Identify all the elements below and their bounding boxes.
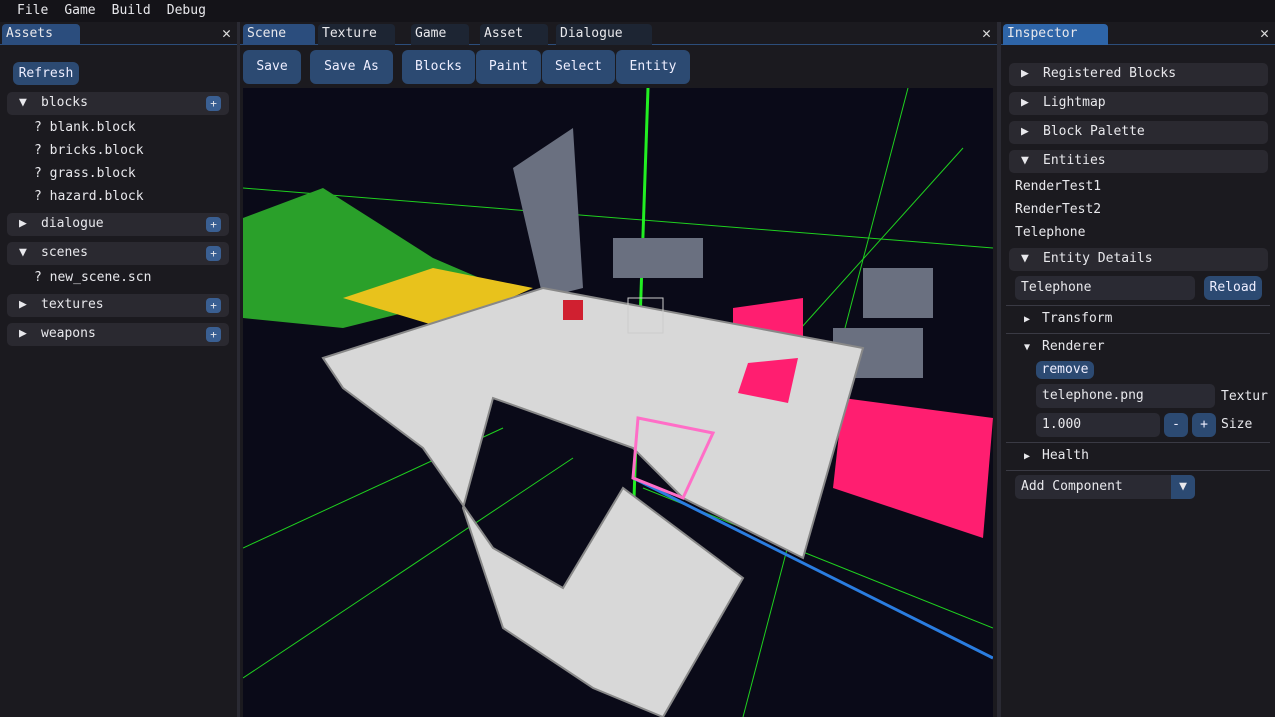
section-label: Lightmap [1043,95,1106,110]
folder-label: weapons [41,326,96,341]
folder-label: blocks [41,95,88,110]
section-registered-blocks[interactable]: ▶ Registered Blocks [1009,63,1268,86]
size-increment-button[interactable]: + [1192,413,1216,437]
section-label: Entities [1043,153,1106,168]
blocks-button[interactable]: Blocks [402,50,475,84]
reload-button[interactable]: Reload [1204,276,1262,300]
file-item[interactable]: ? hazard.block [34,189,144,205]
section-label: Registered Blocks [1043,66,1177,81]
entity-name-input[interactable]: Telephone [1015,276,1195,300]
folder-blocks[interactable]: ▼ blocks + [7,92,229,115]
tab-inspector[interactable]: Inspector [1003,24,1108,45]
component-label: Transform [1042,311,1113,326]
menu-build[interactable]: Build [104,0,159,22]
menu-file[interactable]: File [0,0,56,22]
section-label: Entity Details [1043,251,1153,266]
tab-asset[interactable]: Asset [480,24,548,45]
caret-down-icon: ▼ [1021,251,1029,266]
folder-weapons[interactable]: ▶ weapons + [7,323,229,346]
center-tabbar: Scene Texture Game Asset Dialogue ✕ [240,22,997,45]
caret-right-icon: ▶ [19,216,27,231]
folder-dialogue[interactable]: ▶ dialogue + [7,213,229,236]
add-icon[interactable]: + [206,96,221,111]
caret-down-icon: ▼ [1024,342,1031,353]
caret-down-icon: ▼ [19,95,27,110]
caret-right-icon: ▶ [1024,451,1031,462]
scene-viewport[interactable] [243,88,993,717]
section-block-palette[interactable]: ▶ Block Palette [1009,121,1268,144]
file-item[interactable]: ? bricks.block [34,143,144,159]
divider [1006,333,1270,334]
divider [1006,305,1270,306]
section-entities[interactable]: ▼ Entities [1009,150,1268,173]
caret-right-icon: ▶ [19,297,27,312]
tab-scene[interactable]: Scene [243,24,315,45]
size-label: Size [1221,417,1253,432]
folder-textures[interactable]: ▶ textures + [7,294,229,317]
divider [1006,470,1270,471]
section-entity-details[interactable]: ▼ Entity Details [1009,248,1268,271]
select-button[interactable]: Select [542,50,615,84]
file-item[interactable]: ? blank.block [34,120,136,136]
caret-right-icon: ▶ [1021,95,1029,110]
tab-game[interactable]: Game [411,24,469,45]
file-item[interactable]: ? grass.block [34,166,136,182]
chevron-down-icon[interactable]: ▼ [1171,475,1195,499]
remove-button[interactable]: remove [1036,361,1094,379]
save-button[interactable]: Save [243,50,301,84]
close-icon[interactable]: ✕ [982,24,991,42]
folder-scenes[interactable]: ▼ scenes + [7,242,229,265]
entity-button[interactable]: Entity [616,50,690,84]
section-label: Block Palette [1043,124,1145,139]
scene-panel: Scene Texture Game Asset Dialogue ✕ Save… [240,22,997,717]
telephone-entity [563,300,583,320]
caret-down-icon: ▼ [1021,153,1029,168]
file-item[interactable]: ? new_scene.scn [34,270,151,286]
tab-assets[interactable]: Assets [2,24,80,45]
paint-button[interactable]: Paint [476,50,541,84]
menu-debug[interactable]: Debug [159,0,214,22]
close-icon[interactable]: ✕ [1260,24,1269,42]
refresh-button[interactable]: Refresh [13,62,79,85]
entity-item[interactable]: Telephone [1015,225,1085,241]
size-decrement-button[interactable]: - [1164,413,1188,437]
inspector-tabbar: Inspector ✕ [1001,22,1275,45]
menu-game[interactable]: Game [56,0,103,22]
folder-label: textures [41,297,104,312]
folder-label: scenes [41,245,88,260]
component-renderer[interactable]: ▼ Renderer [1024,339,1105,354]
caret-right-icon: ▶ [1024,314,1031,325]
dropdown-label: Add Component [1021,479,1123,494]
component-label: Health [1042,448,1089,463]
add-icon[interactable]: + [206,246,221,261]
assets-tabbar: Assets ✕ [0,22,237,45]
divider [1006,442,1270,443]
caret-right-icon: ▶ [1021,66,1029,81]
tab-texture[interactable]: Texture [318,24,395,45]
texture-label: Textur [1221,389,1268,404]
folder-label: dialogue [41,216,104,231]
add-icon[interactable]: + [206,217,221,232]
menu-bar: File Game Build Debug [0,0,1275,22]
size-input[interactable]: 1.000 [1036,413,1160,437]
assets-panel: Assets ✕ Refresh ▼ blocks + ? blank.block ? … [0,22,237,717]
add-component-dropdown[interactable]: Add Component ▼ [1015,475,1195,499]
component-health[interactable]: ▶ Health [1024,448,1089,463]
component-label: Renderer [1042,339,1105,354]
caret-right-icon: ▶ [19,326,27,341]
close-icon[interactable]: ✕ [222,24,231,42]
section-lightmap[interactable]: ▶ Lightmap [1009,92,1268,115]
entity-item[interactable]: RenderTest1 [1015,179,1101,195]
texture-input[interactable]: telephone.png [1036,384,1215,408]
caret-down-icon: ▼ [19,245,27,260]
add-icon[interactable]: + [206,298,221,313]
save-as-button[interactable]: Save As [310,50,393,84]
entity-item[interactable]: RenderTest2 [1015,202,1101,218]
component-transform[interactable]: ▶ Transform [1024,311,1112,326]
caret-right-icon: ▶ [1021,124,1029,139]
tab-dialogue[interactable]: Dialogue [556,24,652,45]
add-icon[interactable]: + [206,327,221,342]
